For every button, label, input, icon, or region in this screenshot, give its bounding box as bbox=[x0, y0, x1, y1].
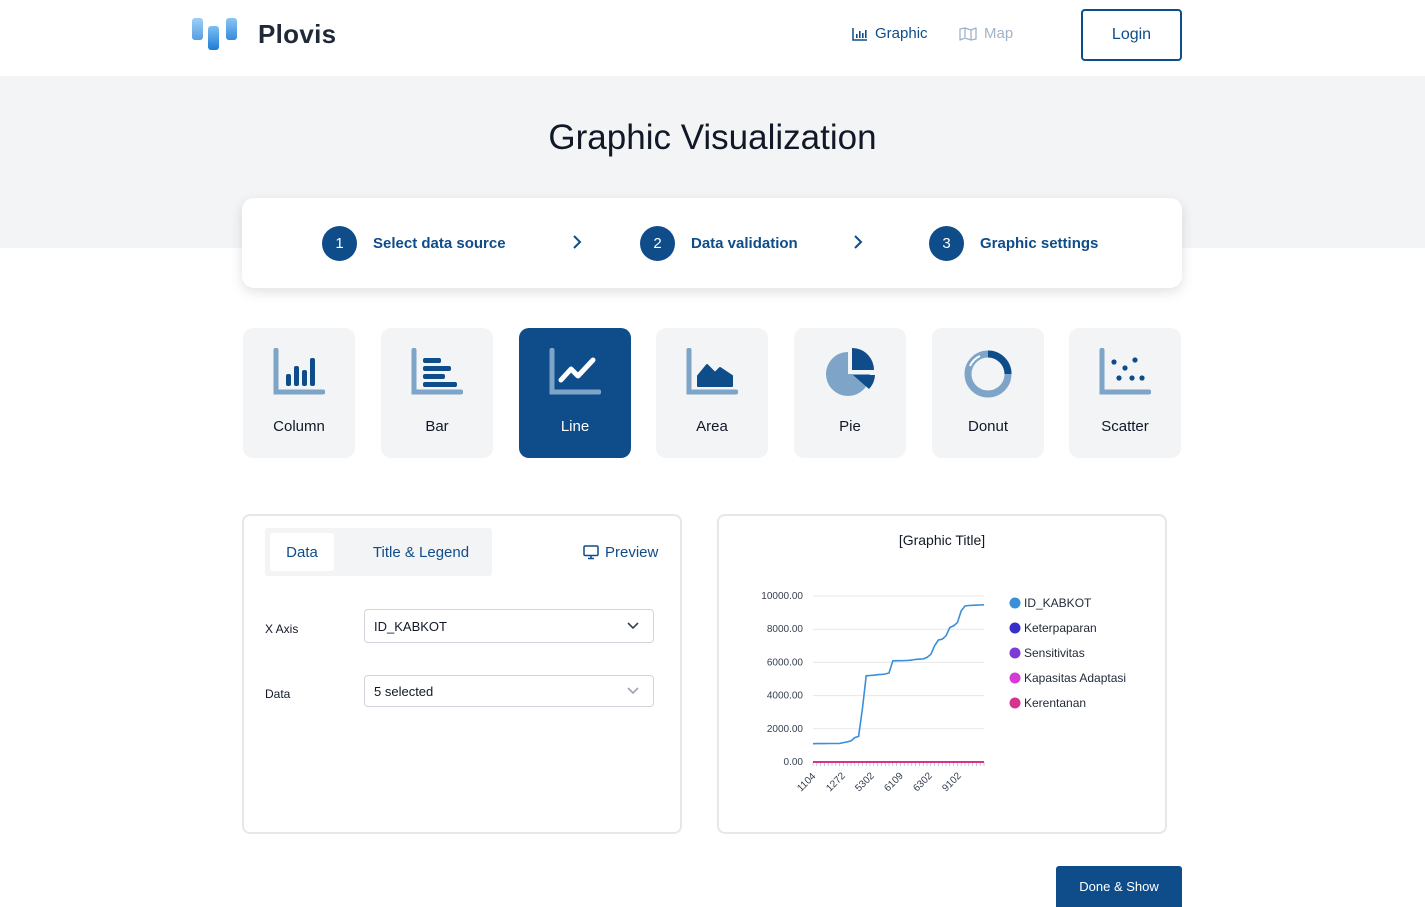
chart-type-label: Scatter bbox=[1101, 418, 1149, 435]
step-label: Data validation bbox=[691, 235, 798, 252]
top-navbar: Plovis Graphic Map Login bbox=[0, 0, 1425, 76]
legend-label: Keterpaparan bbox=[1024, 621, 1097, 635]
y-tick-label: 8000.00 bbox=[767, 624, 804, 635]
x-axis-value: ID_KABKOT bbox=[374, 618, 447, 634]
done-show-button[interactable]: Done & Show bbox=[1056, 866, 1182, 907]
step-number: 3 bbox=[929, 226, 964, 261]
x-axis-select[interactable]: ID_KABKOT bbox=[364, 609, 654, 643]
bar-chart-icon bbox=[411, 348, 463, 395]
x-axis-label: X Axis bbox=[265, 622, 299, 636]
preview-button[interactable]: Preview bbox=[583, 544, 658, 561]
brand-name: Plovis bbox=[258, 18, 337, 49]
pie-chart-icon bbox=[826, 348, 875, 396]
legend-marker bbox=[1009, 597, 1021, 609]
page-title: Graphic Visualization bbox=[548, 118, 877, 157]
scatter-chart-icon bbox=[1099, 348, 1151, 395]
chart-type-label: Column bbox=[273, 418, 325, 435]
x-tick-label: 1104 bbox=[795, 771, 818, 794]
tab-title-legend[interactable]: Title & Legend bbox=[351, 533, 491, 571]
x-tick-label: 6109 bbox=[882, 770, 906, 794]
settings-panel: Data Title & Legend Preview X Axis ID_KA… bbox=[242, 514, 682, 834]
chart-type-label: Area bbox=[696, 418, 728, 435]
x-tick-label: 9102 bbox=[940, 770, 964, 794]
monitor-icon bbox=[583, 545, 599, 560]
chart-type-bar[interactable]: Bar bbox=[381, 328, 493, 458]
preview-label: Preview bbox=[605, 544, 659, 561]
area-chart-icon bbox=[686, 348, 738, 395]
x-tick-label: 6302 bbox=[911, 770, 935, 794]
chart-icon bbox=[852, 27, 867, 41]
legend-marker bbox=[1009, 647, 1021, 659]
legend-marker bbox=[1009, 697, 1021, 709]
step-number: 1 bbox=[322, 226, 357, 261]
data-label: Data bbox=[265, 687, 291, 701]
step-select-data-source[interactable]: 1 Select data source bbox=[322, 226, 506, 261]
legend-label: ID_KABKOT bbox=[1024, 596, 1092, 610]
chart-type-label: Line bbox=[560, 418, 590, 435]
y-tick-label: 0.00 bbox=[784, 757, 804, 768]
column-chart-icon bbox=[273, 348, 325, 395]
legend-label: Kerentanan bbox=[1024, 696, 1086, 710]
chart-type-label: Pie bbox=[839, 418, 861, 435]
chart-type-donut[interactable]: Donut bbox=[932, 328, 1044, 458]
stepper: 1 Select data source 2 Data validation 3… bbox=[242, 198, 1182, 288]
chart-type-pie[interactable]: Pie bbox=[794, 328, 906, 458]
legend-label: Kapasitas Adaptasi bbox=[1024, 671, 1126, 685]
y-tick-label: 4000.00 bbox=[767, 691, 804, 702]
x-tick-label: 1272 bbox=[824, 770, 848, 794]
line-chart: 10000.00 8000.00 6000.00 4000.00 2000.00 0.00… bbox=[761, 591, 1126, 794]
step-data-validation[interactable]: 2 Data validation bbox=[640, 226, 798, 261]
step-graphic-settings[interactable]: 3 Graphic settings bbox=[929, 226, 1098, 261]
nav-map-label: Map bbox=[984, 25, 1014, 42]
settings-tabs: Data Title & Legend bbox=[265, 528, 492, 576]
map-icon bbox=[959, 26, 977, 41]
chart-preview-panel: [Graphic Title] 10000.00 8000.00 6000.00 40… bbox=[717, 514, 1167, 834]
step-label: Graphic settings bbox=[980, 235, 1099, 252]
chevron-right-icon bbox=[573, 235, 582, 249]
data-multiselect[interactable]: 5 selected bbox=[364, 675, 654, 707]
y-tick-label: 10000.00 bbox=[761, 591, 803, 602]
step-number: 2 bbox=[640, 226, 675, 261]
chevron-down-icon bbox=[627, 687, 639, 695]
logo-icon bbox=[190, 16, 240, 52]
data-select-value: 5 selected bbox=[374, 683, 434, 699]
nav-map[interactable]: Map bbox=[959, 25, 1013, 42]
legend-marker bbox=[1009, 672, 1021, 684]
chart-type-column[interactable]: Column bbox=[243, 328, 355, 458]
chart-type-line[interactable]: Line bbox=[519, 328, 631, 458]
x-tick-label: 5302 bbox=[853, 770, 877, 794]
legend-label: Sensitivitas bbox=[1024, 646, 1085, 660]
step-label: Select data source bbox=[373, 235, 506, 252]
chart-type-label: Donut bbox=[967, 418, 1009, 435]
chevron-right-icon bbox=[854, 235, 863, 249]
line-chart-icon bbox=[549, 348, 601, 395]
legend-marker bbox=[1009, 622, 1021, 634]
tab-data[interactable]: Data bbox=[270, 533, 334, 571]
chevron-down-icon bbox=[627, 622, 639, 630]
login-button[interactable]: Login bbox=[1081, 9, 1182, 61]
chart-type-scatter[interactable]: Scatter bbox=[1069, 328, 1181, 458]
donut-chart-icon bbox=[964, 350, 1012, 398]
chart-type-area[interactable]: Area bbox=[656, 328, 768, 458]
brand-logo[interactable]: Plovis bbox=[190, 16, 336, 52]
y-tick-label: 2000.00 bbox=[767, 724, 804, 735]
y-tick-label: 6000.00 bbox=[767, 657, 804, 668]
series-line-id-kabkot bbox=[812, 604, 985, 745]
nav-graphic[interactable]: Graphic bbox=[852, 25, 928, 42]
nav-graphic-label: Graphic bbox=[875, 25, 928, 42]
chart-type-label: Bar bbox=[425, 418, 449, 435]
